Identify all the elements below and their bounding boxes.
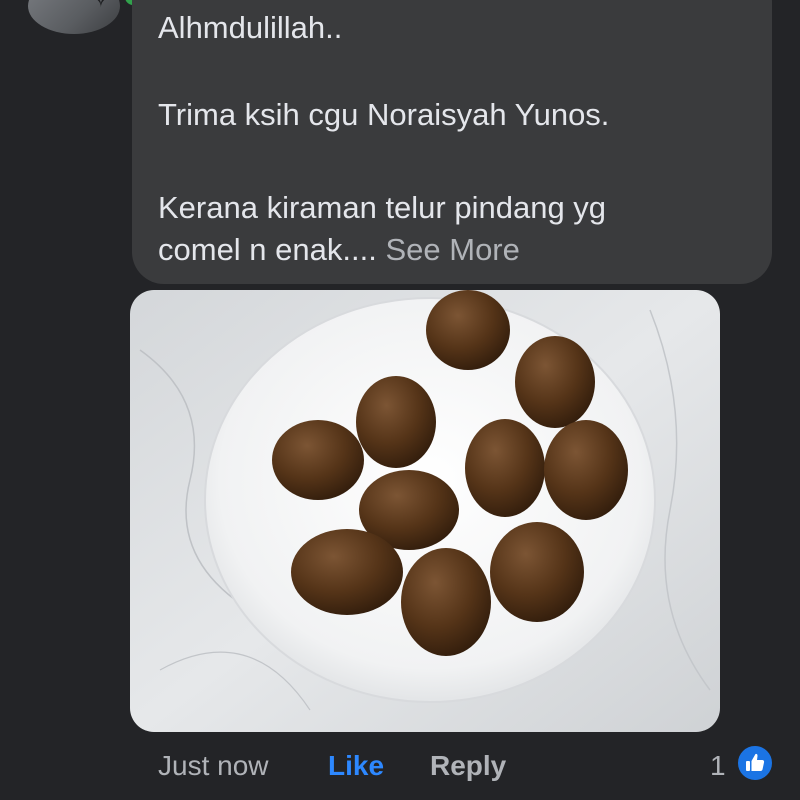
see-more-link[interactable]: See More [385, 232, 519, 267]
avatar[interactable]: ✧ [28, 0, 144, 34]
comment-text-line-4-text: comel n enak.... [158, 232, 377, 267]
like-button[interactable]: Like [328, 746, 384, 786]
thumbs-up-icon[interactable] [736, 744, 774, 782]
reply-button[interactable]: Reply [430, 746, 506, 786]
eggs-on-plate-image [130, 290, 720, 732]
comment-text-line-4: comel n enak.... See More [158, 232, 520, 268]
comment-photo[interactable] [130, 290, 720, 732]
comment-text-line-1: Alhmdulillah.. [158, 10, 343, 45]
thumbs-up-glyph [746, 753, 765, 771]
profile-picture: ✧ [28, 0, 120, 34]
avatar-figure-icon: ✧ [90, 0, 112, 14]
timestamp: Just now [158, 750, 269, 781]
reaction-count[interactable]: 1 [710, 746, 726, 786]
comment-text-line-2: Trima ksih cgu Noraisyah Yunos. [158, 97, 610, 132]
comment-text-line-3: Kerana kiraman telur pindang yg [158, 190, 607, 225]
